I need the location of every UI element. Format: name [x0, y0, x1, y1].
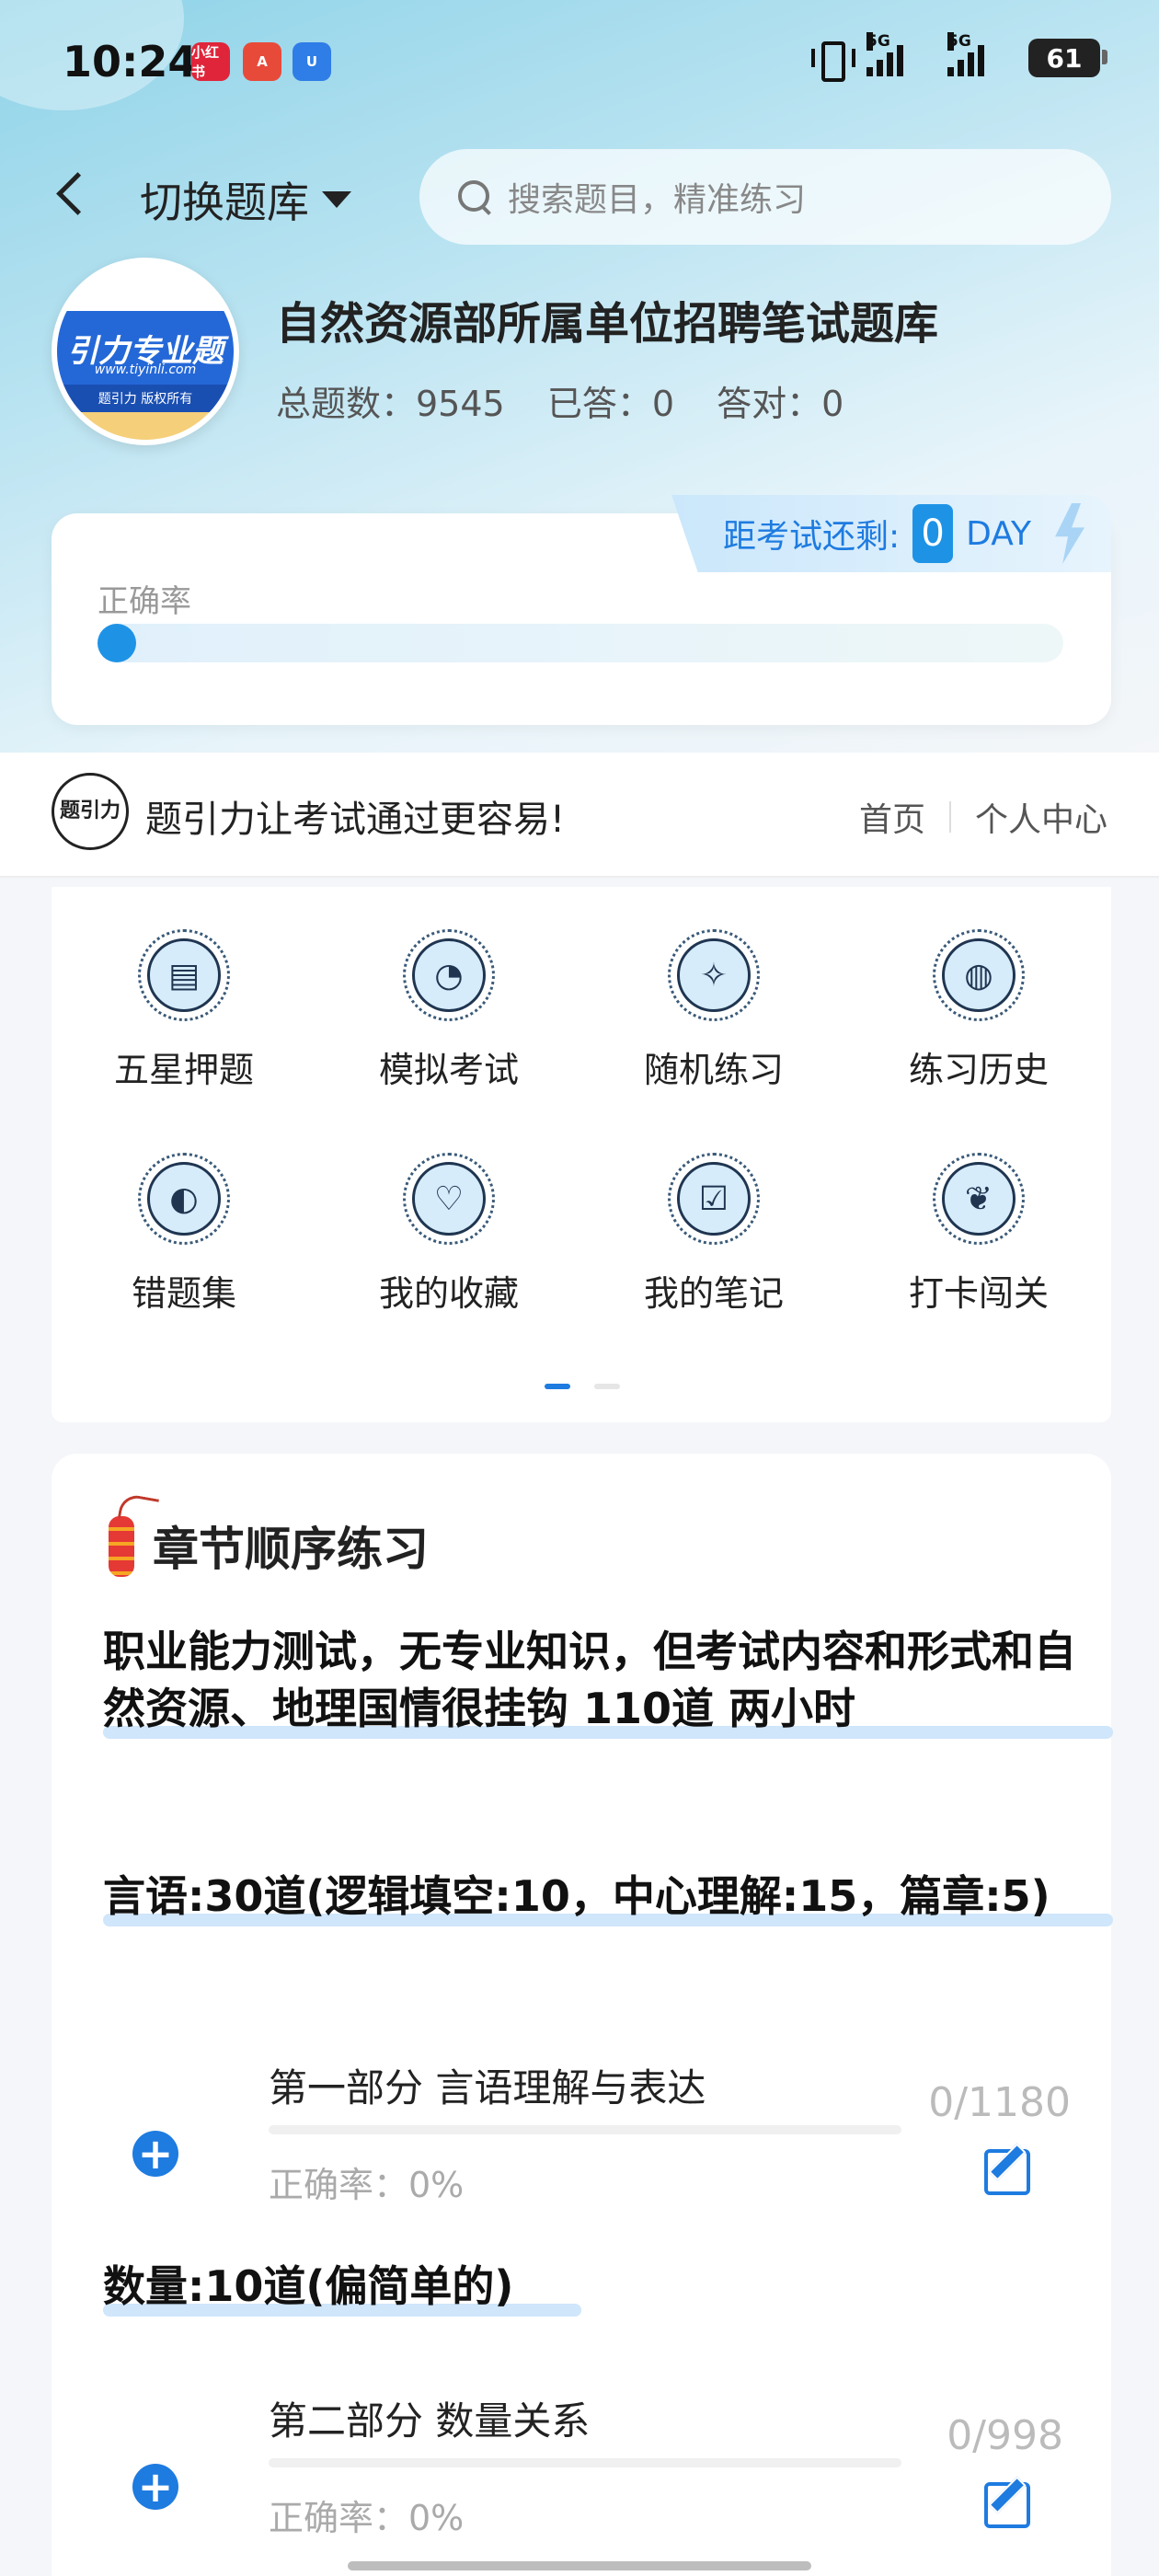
- nav-profile-link[interactable]: 个人中心: [975, 793, 1107, 841]
- feature-grid: ▤ 五星押题 ◔ 模拟考试 ✧ 随机练习 ◍ 练习历史 ◐ 错题集 ♡ 我的收藏…: [52, 929, 1111, 1316]
- logo-bottom-text: 题引力 版权所有: [57, 385, 234, 412]
- section-progress-bar: [269, 2458, 901, 2467]
- promo-banner: 题引力 题引力让考试通过更容易! 首页 个人中心: [0, 753, 1159, 878]
- feature-label: 打卡闯关: [908, 1273, 1049, 1314]
- expand-plus-icon[interactable]: +: [132, 2131, 178, 2177]
- chapter-heading: 数量:10道(偏简单的): [103, 2258, 581, 2317]
- head-icon: ◐: [147, 1162, 221, 1236]
- accuracy-progress-bar: [98, 624, 1063, 662]
- clock: 10:24: [63, 37, 198, 86]
- accuracy-card: 距考试还剩: 0 DAY 正确率: [52, 495, 1111, 725]
- heart-icon: ♡: [412, 1162, 486, 1236]
- bank-stats: 总题数：9545 已答：0 答对：0: [276, 375, 875, 426]
- feature-check-in[interactable]: ❦ 打卡闯关: [846, 1153, 1111, 1316]
- edit-icon[interactable]: [982, 2473, 1032, 2528]
- search-input[interactable]: 搜索题目，精准练习: [419, 149, 1111, 245]
- id-card-icon: ▤: [147, 938, 221, 1012]
- chapter-title: 章节顺序练习: [153, 1523, 429, 1576]
- a-app-icon: A: [243, 42, 281, 81]
- home-indicator[interactable]: [348, 2561, 811, 2570]
- back-arrow-icon[interactable]: [52, 167, 88, 223]
- nav-home-link[interactable]: 首页: [859, 793, 925, 841]
- brand-logo: 题引力: [52, 773, 129, 850]
- nav-divider: [948, 801, 951, 833]
- switch-bank-label: 切换题库: [140, 178, 309, 227]
- edit-icon[interactable]: [982, 2140, 1032, 2195]
- countdown-unit: DAY: [966, 514, 1032, 553]
- bank-logo: 引力专业题 www.tiyinli.com 题引力 版权所有: [52, 258, 239, 445]
- signal-icon: 5G: [947, 32, 1012, 76]
- exam-countdown: 距考试还剩: 0 DAY: [671, 495, 1111, 572]
- shuffle-icon: ✧: [677, 938, 751, 1012]
- feature-label: 五星押题: [113, 1050, 254, 1090]
- page-dot: [594, 1384, 620, 1389]
- xiaohongshu-app-icon: 小红书: [191, 42, 230, 81]
- logo-url: www.tiyinli.com: [94, 362, 197, 377]
- search-placeholder: 搜索题目，精准练习: [508, 181, 807, 219]
- switch-bank-dropdown[interactable]: 切换题库: [140, 169, 351, 230]
- section-accuracy: 正确率：0%: [269, 2165, 465, 2205]
- vibrate-icon: [809, 40, 855, 82]
- feature-label: 我的收藏: [378, 1273, 519, 1314]
- section-accuracy: 正确率：0%: [269, 2498, 465, 2538]
- chapter-heading: 言语:30道(逻辑填空:10，中心理解:15，篇章:5): [103, 1868, 1113, 1926]
- accuracy-label: 正确率: [98, 583, 191, 620]
- feature-random-practice[interactable]: ✧ 随机练习: [581, 929, 846, 1092]
- feature-history[interactable]: ◍ 练习历史: [846, 929, 1111, 1092]
- u-app-icon: U: [293, 42, 331, 81]
- feature-notes[interactable]: ☑ 我的笔记: [581, 1153, 846, 1316]
- chapter-section[interactable]: + 第二部分 数量关系 正确率：0% 0/998: [52, 2385, 1111, 2576]
- section-progress-bar: [269, 2125, 901, 2134]
- section-count: 0/1180: [928, 2079, 1071, 2126]
- feature-label: 随机练习: [643, 1050, 784, 1090]
- speedometer-icon: ◔: [412, 938, 486, 1012]
- lightning-icon: [1055, 503, 1085, 564]
- firecracker-icon: [103, 1496, 140, 1581]
- total-count: 总题数：9545: [276, 384, 505, 424]
- feature-label: 练习历史: [908, 1050, 1049, 1090]
- caret-down-icon: [322, 191, 351, 208]
- feature-grid-card: ▤ 五星押题 ◔ 模拟考试 ✧ 随机练习 ◍ 练习历史 ◐ 错题集 ♡ 我的收藏…: [52, 887, 1111, 1422]
- countdown-label: 距考试还剩:: [723, 518, 901, 556]
- feature-label: 错题集: [131, 1273, 236, 1314]
- search-icon: [456, 178, 493, 215]
- banner-slogan: 题引力让考试通过更容易!: [145, 799, 566, 841]
- feature-label: 模拟考试: [378, 1050, 519, 1090]
- expand-plus-icon[interactable]: +: [132, 2464, 178, 2510]
- correct-count: 答对：0: [717, 384, 844, 424]
- status-bar: 10:24 小红书 A U 5G 5G 61: [0, 0, 1159, 129]
- section-count: 0/998: [947, 2412, 1063, 2459]
- countdown-days: 0: [912, 504, 954, 563]
- feature-favorites[interactable]: ♡ 我的收藏: [316, 1153, 581, 1316]
- feature-mock-exam[interactable]: ◔ 模拟考试: [316, 929, 581, 1092]
- leaf-icon: ❦: [942, 1162, 1016, 1236]
- section-name: 第二部分 数量关系: [269, 2398, 591, 2444]
- page-indicator: [545, 1384, 620, 1389]
- feature-five-star[interactable]: ▤ 五星押题: [52, 929, 316, 1092]
- feature-wrong-questions[interactable]: ◐ 错题集: [52, 1153, 316, 1316]
- page-dot-active: [545, 1384, 570, 1389]
- section-name: 第一部分 言语理解与表达: [269, 2065, 706, 2110]
- chapter-practice-card: 章节顺序练习 职业能力测试，无专业知识，但考试内容和形式和自然资源、地理国情很挂…: [52, 1454, 1113, 2576]
- signal-icon: 5G: [866, 32, 931, 76]
- bank-title: 自然资源部所属单位招聘笔试题库: [276, 298, 939, 350]
- chapter-section[interactable]: + 第一部分 言语理解与表达 正确率：0% 0/1180: [52, 2052, 1111, 2245]
- accuracy-progress-indicator: [98, 624, 136, 662]
- battery-icon: 61: [1028, 39, 1107, 77]
- chapter-heading: 职业能力测试，无专业知识，但考试内容和形式和自然资源、地理国情很挂钩 110道 …: [103, 1623, 1113, 1739]
- answered-count: 已答：0: [546, 384, 674, 424]
- feature-label: 我的笔记: [643, 1273, 784, 1314]
- globe-icon: ◍: [942, 938, 1016, 1012]
- check-note-icon: ☑: [677, 1162, 751, 1236]
